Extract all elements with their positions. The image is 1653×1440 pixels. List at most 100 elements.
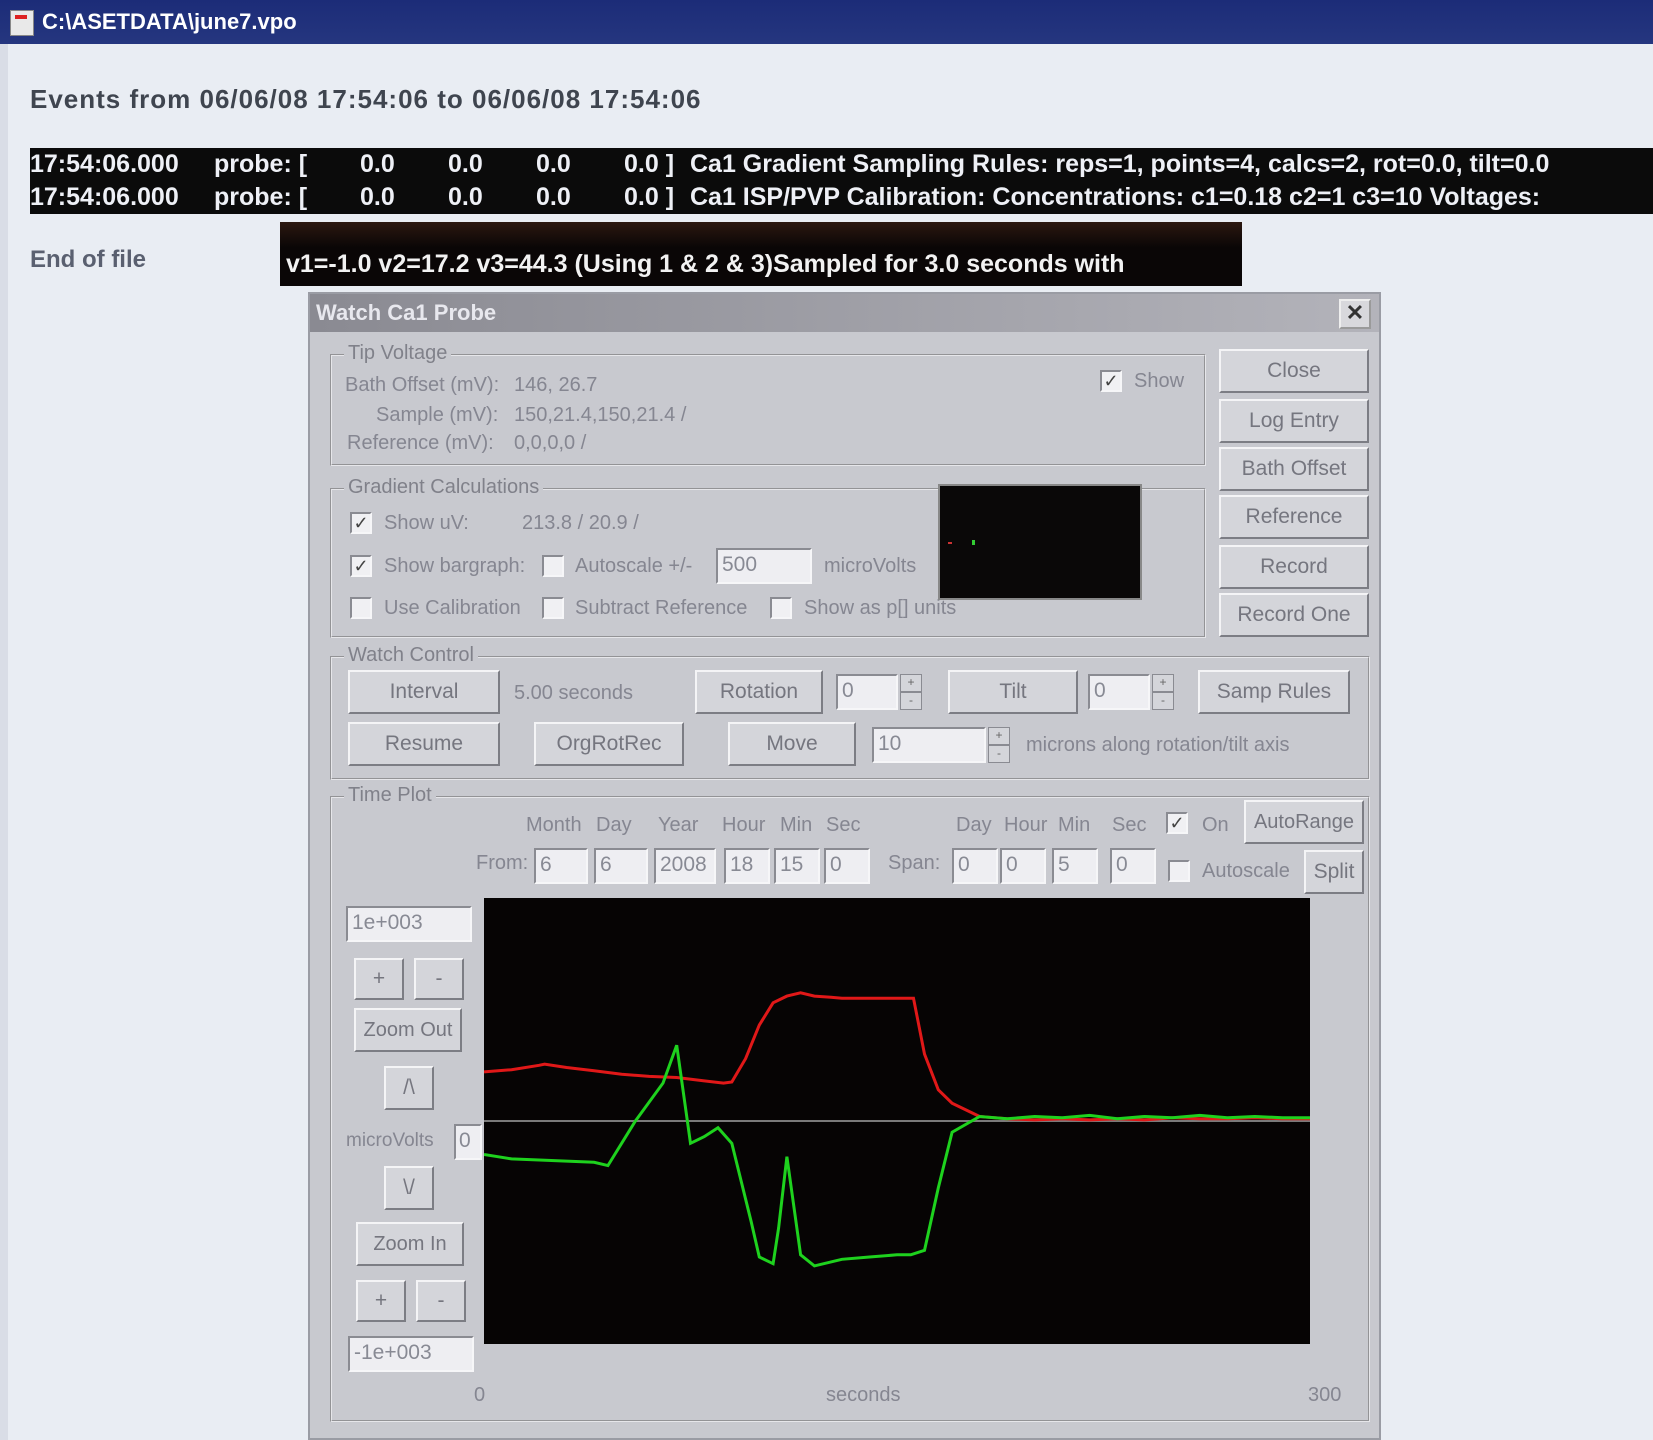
record-one-button[interactable]: Record One [1219,593,1369,637]
y-max-field[interactable]: 1e+003 [346,906,472,942]
zoom-in-button[interactable]: Zoom In [356,1222,464,1266]
subtract-reference-label: Subtract Reference [575,597,748,619]
bargraph-marker-green [972,540,975,545]
autoscale-label: Autoscale +/- [575,555,693,577]
reference-label: Reference (mV): [347,432,494,454]
show-pl-units-checkbox[interactable] [770,597,792,619]
dialog-title: Watch Ca1 Probe [316,300,497,325]
log-entry-button[interactable]: Log Entry [1219,399,1369,443]
y-min-plus-button[interactable]: + [356,1280,406,1322]
show-uv-label: Show uV: [384,512,469,534]
rotation-spin-up[interactable]: + [900,674,922,692]
close-icon[interactable]: ✕ [1339,299,1371,329]
window-title: C:\ASETDATA\june7.vpo [42,9,297,34]
from-year-field[interactable]: 2008 [654,848,716,884]
time-plot-chart[interactable] [484,898,1310,1344]
tilt-spin-up[interactable]: + [1152,674,1174,692]
log-time: 17:54:06.000 [30,150,179,178]
span-sec-column-label: Sec [1112,814,1147,836]
show-checkbox[interactable]: ✓ [1100,370,1122,392]
y-zero-field[interactable]: 0 [454,1124,482,1160]
samp-rules-button[interactable]: Samp Rules [1198,670,1350,714]
move-distance-field[interactable]: 10 [872,727,986,763]
y-max-minus-button[interactable]: - [414,958,464,1000]
log-probe: probe: [ [214,150,308,178]
span-hour-field[interactable]: 0 [1000,848,1046,884]
tilt-field[interactable]: 0 [1088,674,1150,710]
scroll-down-button[interactable]: \/ [384,1166,434,1210]
show-bargraph-checkbox[interactable]: ✓ [350,555,372,577]
show-bargraph-label: Show bargraph: [384,555,526,577]
watch-control-label: Watch Control [344,644,478,667]
close-button[interactable]: Close [1219,349,1369,393]
reference-value: 0,0,0,0 / [514,432,587,454]
x-max-label: 300 [1308,1384,1342,1406]
autoscale-range-field[interactable]: 500 [716,548,812,584]
orgrotrec-button[interactable]: OrgRotRec [534,722,684,766]
sample-value: 150,21.4,150,21.4 / [514,404,687,426]
from-label: From: [476,852,529,874]
reference-button[interactable]: Reference [1219,495,1369,539]
span-min-field[interactable]: 5 [1052,848,1098,884]
move-spin-down[interactable]: - [988,745,1010,763]
y-min-field[interactable]: -1e+003 [348,1336,474,1372]
window-title-bar[interactable]: C:\ASETDATA\june7.vpo [0,0,1653,44]
rotation-field[interactable]: 0 [836,674,898,710]
on-label: On [1202,814,1229,836]
bargraph-marker-red [948,542,952,544]
log-row[interactable]: 17:54:06.000 probe: [ 0.0 0.0 0.0 0.0 ] … [30,181,1653,214]
log-v2: 0.0 [448,183,483,211]
span-sec-field[interactable]: 0 [1110,848,1156,884]
use-calibration-checkbox[interactable] [350,597,372,619]
y-min-minus-button[interactable]: - [416,1280,466,1322]
log-overflow-text: v1=-1.0 v2=17.2 v3=44.3 (Using 1 & 2 & 3… [280,222,1242,286]
uv-value: 213.8 / 20.9 / [522,512,639,534]
record-button[interactable]: Record [1219,545,1369,589]
subtract-reference-checkbox[interactable] [542,597,564,619]
log-v2: 0.0 [448,150,483,178]
split-button[interactable]: Split [1304,850,1364,894]
log-message: Ca1 Gradient Sampling Rules: reps=1, poi… [690,150,1550,178]
log-time: 17:54:06.000 [30,183,179,211]
log-v3: 0.0 [536,183,571,211]
span-label: Span: [888,852,941,874]
span-day-column-label: Day [956,814,992,836]
move-units-label: microns along rotation/tilt axis [1026,734,1290,756]
y-max-plus-button[interactable]: + [354,958,404,1000]
bargraph-display [938,484,1142,600]
move-spin-up[interactable]: + [988,727,1010,745]
bath-offset-label: Bath Offset (mV): [345,374,500,396]
resume-button[interactable]: Resume [348,722,500,766]
log-v4: 0.0 ] [624,183,675,211]
autoscale-plot-checkbox[interactable] [1168,860,1190,882]
from-day-field[interactable]: 6 [594,848,648,884]
rotation-spin-down[interactable]: - [900,692,922,710]
dialog-title-bar[interactable]: Watch Ca1 Probe ✕ [310,294,1379,332]
autorange-button[interactable]: AutoRange [1244,800,1364,844]
span-day-field[interactable]: 0 [952,848,998,884]
interval-button[interactable]: Interval [348,670,500,714]
rotation-button[interactable]: Rotation [695,670,823,714]
bath-offset-button[interactable]: Bath Offset [1219,447,1369,491]
show-uv-checkbox[interactable]: ✓ [350,512,372,534]
on-checkbox[interactable]: ✓ [1166,812,1188,834]
from-hour-field[interactable]: 18 [724,848,770,884]
from-sec-field[interactable]: 0 [824,848,870,884]
show-label: Show [1134,370,1185,392]
span-min-column-label: Min [1058,814,1091,836]
span-hour-column-label: Hour [1004,814,1048,836]
tilt-spin-down[interactable]: - [1152,692,1174,710]
x-axis-label: seconds [826,1384,901,1406]
move-button[interactable]: Move [728,722,856,766]
use-calibration-label: Use Calibration [384,597,521,619]
tilt-button[interactable]: Tilt [948,670,1078,714]
log-row[interactable]: 17:54:06.000 probe: [ 0.0 0.0 0.0 0.0 ] … [30,148,1653,181]
zoom-out-button[interactable]: Zoom Out [354,1008,462,1052]
log-v3: 0.0 [536,150,571,178]
scroll-up-button[interactable]: /\ [384,1066,434,1110]
from-month-field[interactable]: 6 [534,848,588,884]
year-column-label: Year [658,814,699,836]
end-of-file-label: End of file [30,246,146,273]
from-min-field[interactable]: 15 [774,848,820,884]
autoscale-checkbox[interactable] [542,555,564,577]
